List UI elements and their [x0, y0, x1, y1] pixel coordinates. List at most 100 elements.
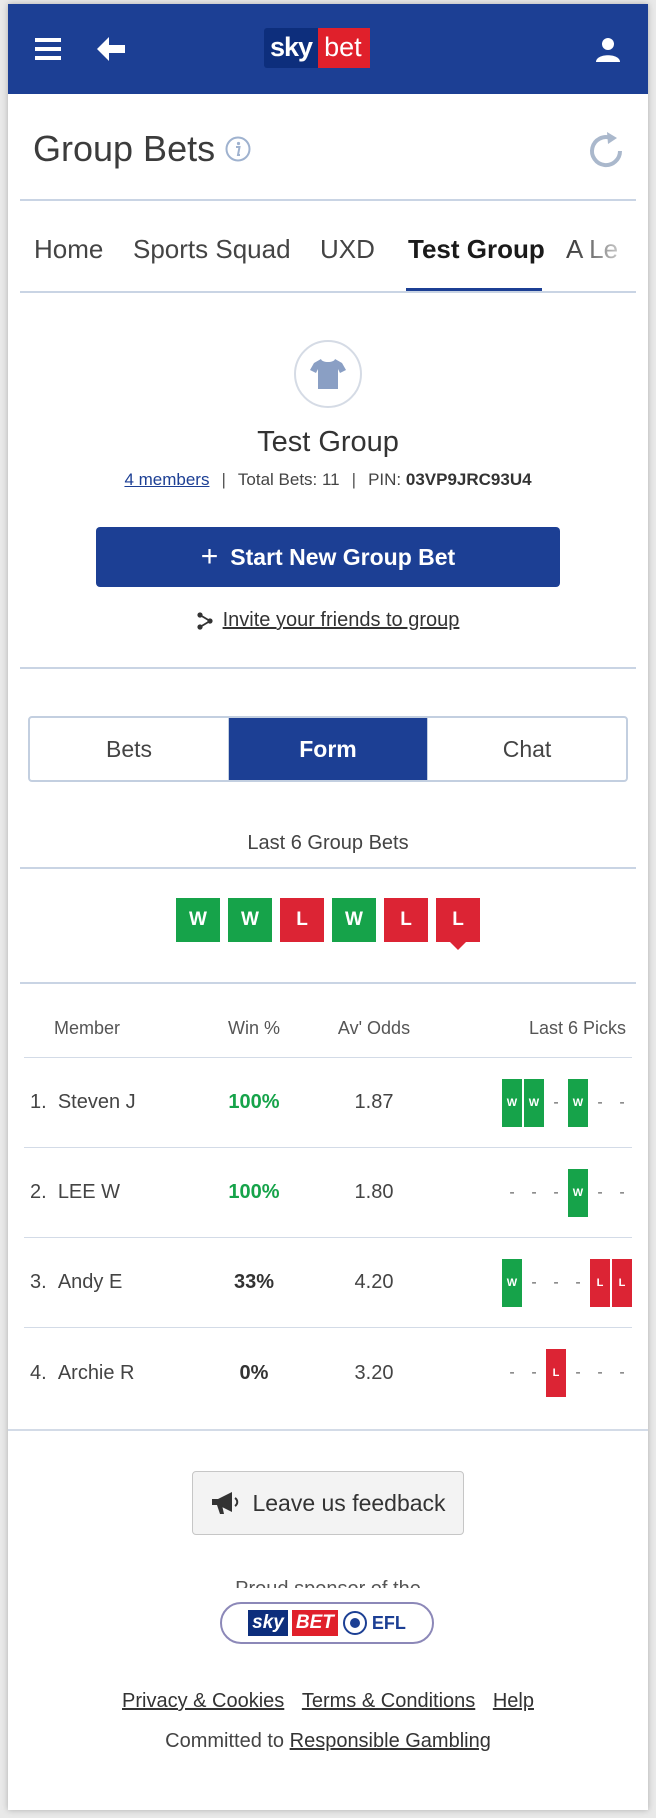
- hamburger-menu-icon[interactable]: [30, 31, 66, 67]
- table-row[interactable]: 3. Andy E 33% 4.20 W - - - L L: [24, 1238, 632, 1328]
- pick-badge: -: [597, 1364, 603, 1381]
- start-new-group-bet-button[interactable]: + Start New Group Bet: [96, 527, 560, 587]
- member-avg-odds: 4.20: [354, 1271, 394, 1293]
- member-rank: 3.: [30, 1271, 47, 1293]
- megaphone-icon: [212, 1492, 239, 1514]
- result-badge-selected[interactable]: L: [436, 898, 480, 950]
- partner-text-label: Proud sponsor of the: [235, 1578, 421, 1588]
- info-icon[interactable]: [225, 136, 251, 162]
- tabs-fade-overlay: [576, 204, 636, 296]
- pick-badge: W: [568, 1078, 588, 1127]
- responsible-gambling-line: Committed to Responsible Gambling: [8, 1730, 648, 1753]
- back-arrow-icon[interactable]: [93, 31, 129, 67]
- terms-link[interactable]: Terms & Conditions: [302, 1690, 475, 1712]
- partner-text: Proud sponsor of the: [8, 1574, 648, 1588]
- divider: [20, 867, 636, 869]
- leave-feedback-button[interactable]: Leave us feedback: [192, 1471, 464, 1535]
- table-header: Member Win % Av' Odds Last 6 Picks: [24, 1000, 632, 1058]
- col-odds: Av' Odds: [337, 1018, 411, 1038]
- tab-form[interactable]: Form: [228, 718, 427, 780]
- skybet-logo[interactable]: sky bet: [264, 28, 394, 68]
- group-name: Test Group: [257, 426, 399, 458]
- member-rank: 1.: [30, 1091, 47, 1113]
- divider: [20, 667, 636, 669]
- pick-badge: W: [502, 1258, 522, 1307]
- member-name: LEE W: [57, 1181, 121, 1203]
- divider: [20, 982, 636, 984]
- table-row[interactable]: 2. LEE W 100% 1.80 - - - W - -: [24, 1148, 632, 1238]
- account-user-icon[interactable]: [590, 31, 626, 67]
- responsible-gambling-link[interactable]: Responsible Gambling: [290, 1730, 491, 1752]
- member-picks: - - - W - -: [444, 1168, 632, 1217]
- member-name: Archie R: [57, 1361, 135, 1384]
- app-screen: sky bet Group Bets Home Sports Squad UXD…: [8, 4, 648, 1810]
- tab-uxd[interactable]: UXD: [320, 234, 375, 265]
- logo-sky-text: sky: [264, 28, 319, 68]
- result-badge: W: [332, 898, 376, 942]
- tab-sports-squad[interactable]: Sports Squad: [133, 234, 291, 265]
- top-navigation-bar: sky bet: [8, 4, 648, 94]
- tab-chat[interactable]: Chat: [427, 718, 626, 780]
- member-picks: W W - W - -: [444, 1078, 632, 1127]
- pick-badge: -: [531, 1364, 537, 1381]
- pick-badge: L: [590, 1258, 610, 1307]
- badge-sky-text: sky: [248, 1610, 288, 1636]
- group-avatar: [294, 340, 362, 408]
- pick-badge: -: [553, 1183, 559, 1201]
- tab-home[interactable]: Home: [34, 234, 103, 265]
- member-avg-odds: 1.87: [354, 1091, 394, 1113]
- pick-badge: -: [597, 1183, 603, 1201]
- plus-icon: +: [200, 540, 219, 573]
- table-row[interactable]: 4. Archie R 0% 3.20 - - L - - -: [24, 1328, 632, 1418]
- result-badge: L: [280, 898, 324, 942]
- shirt-icon: [310, 359, 346, 389]
- committed-prefix: Committed to: [165, 1730, 285, 1752]
- member-win-percent: 33%: [233, 1271, 275, 1293]
- help-link[interactable]: Help: [493, 1690, 534, 1712]
- share-icon: [196, 612, 213, 630]
- last-six-group-bets-title: Last 6 Group Bets: [247, 832, 409, 854]
- member-form-table: Member Win % Av' Odds Last 6 Picks 1. St…: [24, 1000, 632, 1418]
- member-win-percent: 0%: [239, 1361, 269, 1384]
- member-rank: 2.: [30, 1181, 47, 1203]
- divider: [20, 291, 636, 293]
- result-badge: W: [228, 898, 272, 942]
- view-tabs: Bets Form Chat: [28, 716, 628, 782]
- member-win-percent: 100%: [228, 1181, 280, 1203]
- members-link[interactable]: 4 members: [124, 470, 209, 489]
- refresh-icon[interactable]: [584, 129, 628, 173]
- pin-label: PIN:: [368, 470, 402, 489]
- result-badge: W: [176, 898, 220, 942]
- table-row[interactable]: 1. Steven J 100% 1.87 W W - W - -: [24, 1058, 632, 1148]
- start-button-label: Start New Group Bet: [230, 543, 456, 570]
- pick-badge: -: [509, 1364, 515, 1381]
- member-picks: - - L - - -: [444, 1349, 632, 1397]
- efl-ball-icon: [342, 1611, 367, 1635]
- col-member: Member: [54, 1018, 121, 1038]
- badge-efl-text: EFL: [371, 1612, 406, 1633]
- pick-badge: -: [575, 1273, 581, 1291]
- member-name: Steven J: [57, 1091, 136, 1113]
- footer-divider: [8, 1429, 648, 1431]
- member-avg-odds: 1.80: [354, 1181, 394, 1203]
- col-win: Win %: [227, 1018, 280, 1038]
- privacy-link[interactable]: Privacy & Cookies: [122, 1690, 284, 1712]
- pick-badge: -: [619, 1093, 625, 1111]
- result-badge: L: [384, 898, 428, 942]
- member-win-percent: 100%: [228, 1091, 280, 1113]
- logo-bet-text: bet: [318, 28, 370, 68]
- pick-badge: -: [619, 1364, 625, 1381]
- tab-test-group[interactable]: Test Group: [408, 234, 545, 265]
- invite-friends-link[interactable]: Invite your friends to group: [8, 609, 648, 632]
- pick-badge: -: [553, 1273, 559, 1291]
- pick-badge: -: [531, 1273, 537, 1291]
- col-picks: Last 6 Picks: [528, 1018, 626, 1038]
- feedback-label: Leave us feedback: [252, 1489, 446, 1516]
- member-avg-odds: 3.20: [354, 1361, 394, 1384]
- member-name: Andy E: [57, 1271, 123, 1293]
- page-title: Group Bets: [33, 128, 216, 169]
- tab-bets[interactable]: Bets: [30, 718, 228, 780]
- page-header: Group Bets: [8, 94, 648, 204]
- total-bets: Total Bets: 11: [237, 470, 340, 489]
- pick-badge: W: [568, 1168, 588, 1217]
